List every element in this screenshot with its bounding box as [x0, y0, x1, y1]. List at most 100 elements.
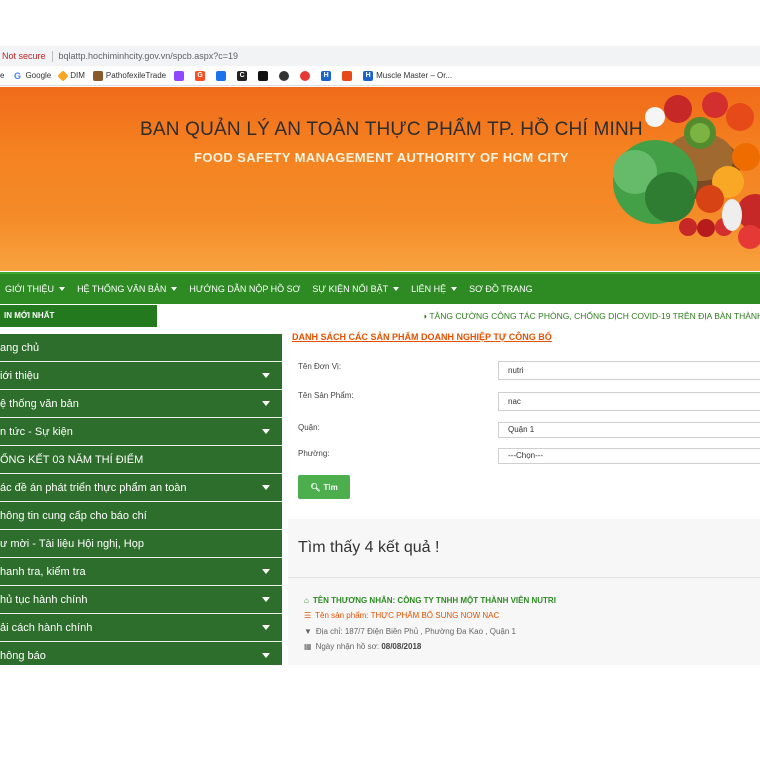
sidebar-item-tin-tuc[interactable]: n tức - Sự kiện — [0, 418, 282, 446]
list-icon: ☰ — [304, 611, 312, 620]
bookmark-poe[interactable]: PathofexileTrade — [92, 70, 167, 81]
bookmark-dark[interactable] — [258, 70, 271, 81]
bookmark-google[interactable]: G Google — [12, 71, 51, 81]
bookmark-blue[interactable] — [216, 70, 229, 81]
bookmark-label: PathofexileTrade — [105, 71, 167, 80]
h-icon: H — [321, 70, 332, 81]
bookmark-muscle[interactable]: H Muscle Master – Or... — [363, 70, 453, 81]
sidebar-item-bao-chi[interactable]: hông tin cung cấp cho báo chí — [0, 502, 282, 530]
date-value: 08/08/2018 — [381, 642, 422, 651]
ward-select[interactable]: ---Chọn--- — [498, 448, 760, 464]
address-bar[interactable]: Not secure bqlattp.hochiminhcity.gov.vn/… — [0, 46, 760, 66]
sidebar-item-label: ác đề án phát triển thực phẩm an toàn — [0, 481, 187, 494]
sidebar-menu: ang chủ iới thiệu ệ thống văn bản n tức … — [0, 334, 282, 665]
nav-gioi-thieu[interactable]: GIỚI THIỆU — [5, 284, 66, 294]
banner-subtitle: FOOD SAFETY MANAGEMENT AUTHORITY OF HCM … — [194, 150, 569, 165]
nav-so-do-trang[interactable]: SƠ ĐỒ TRANG — [469, 284, 533, 294]
caret-down-icon — [262, 429, 270, 434]
bookmark-red[interactable] — [300, 70, 313, 81]
main-nav: GIỚI THIỆU HỆ THỐNG VĂN BẢN HƯỚNG DẪN NỘ… — [0, 272, 760, 304]
nav-huong-dan[interactable]: HƯỚNG DẪN NỘP HỒ SƠ — [189, 284, 300, 294]
bookmark-c[interactable]: C — [237, 70, 250, 81]
gift-icon — [342, 70, 353, 81]
g-icon: G — [195, 70, 206, 81]
product-name-input[interactable]: nac — [498, 392, 760, 411]
bar-icon — [216, 70, 227, 81]
caret-down-icon — [393, 287, 400, 291]
sidebar-item-cai-cach[interactable]: ải cách hành chính — [0, 614, 282, 642]
results-divider — [288, 577, 760, 578]
bookmark-twitch[interactable] — [174, 70, 187, 81]
bottom-blank-area — [0, 665, 760, 760]
sidebar-item-label: ải cách hành chính — [0, 621, 93, 634]
sidebar-item-thong-bao[interactable]: hông báo — [0, 642, 282, 665]
calendar-icon: ▦ — [304, 642, 312, 651]
diamond-icon — [57, 69, 69, 82]
sidebar-item-tong-ket[interactable]: ỔNG KẾT 03 NĂM THÍ ĐIỂM — [0, 446, 282, 474]
stop-icon — [300, 70, 311, 81]
nav-label: GIỚI THIỆU — [5, 284, 55, 294]
bookmarks-bar: e G Google DIM PathofexileTrade G C H H Mu… — [0, 66, 760, 86]
results-panel: Tìm thấy 4 kết quả ! ⌂ TÊN THƯƠNG NHÂN: … — [288, 519, 760, 665]
sidebar-item-label: iới thiệu — [0, 369, 40, 382]
bookmark-dim[interactable]: DIM — [57, 69, 85, 82]
caret-down-icon — [262, 597, 270, 602]
result-merchant[interactable]: ⌂ TÊN THƯƠNG NHÂN: CÔNG TY TNHH MỘT THÀN… — [304, 596, 556, 605]
url-text[interactable]: bqlattp.hochiminhcity.gov.vn/spcb.aspx?c… — [59, 51, 239, 61]
bookmark-label: Google — [25, 71, 52, 80]
sidebar-item-label: ỔNG KẾT 03 NĂM THÍ ĐIỂM — [0, 453, 144, 466]
sidebar-item-gioi-thieu[interactable]: iới thiệu — [0, 362, 282, 390]
bookmark-e[interactable]: e — [0, 71, 4, 80]
caret-down-icon — [59, 287, 66, 291]
bookmark-circle[interactable] — [279, 70, 292, 81]
nav-he-thong-van-ban[interactable]: HỆ THỐNG VĂN BẢN — [77, 284, 178, 294]
page-title: DANH SÁCH CÁC SẢN PHẨM DOANH NGHIỆP TỰ C… — [292, 332, 552, 342]
sidebar-item-de-an[interactable]: ác đề án phát triển thực phẩm an toàn — [0, 474, 282, 502]
bookmark-label: e — [0, 71, 5, 80]
sidebar-item-he-thong-van-ban[interactable]: ệ thống văn bản — [0, 390, 282, 418]
square-icon — [258, 70, 269, 81]
sidebar-item-thu-tuc[interactable]: hủ tục hành chính — [0, 586, 282, 614]
bookmark-gift[interactable] — [342, 70, 355, 81]
security-status[interactable]: Not secure — [2, 51, 46, 61]
product-text: Tên sản phẩm: THỰC PHẨM BỔ SUNG NOW NAC — [315, 611, 500, 620]
caret-down-icon — [262, 653, 270, 658]
sidebar-item-label: ang chủ — [0, 341, 40, 354]
circle-icon — [279, 70, 290, 81]
results-count-title: Tìm thấy 4 kết quả ! — [298, 539, 440, 556]
caret-down-icon — [451, 287, 458, 291]
nav-label: HỆ THỐNG VĂN BẢN — [77, 284, 167, 294]
result-product[interactable]: ☰ Tên sản phẩm: THỰC PHẨM BỔ SUNG NOW NA… — [304, 611, 499, 620]
search-button[interactable]: 🔍︎ Tìm — [298, 475, 350, 499]
sidebar-item-trang-chu[interactable]: ang chủ — [0, 334, 282, 362]
district-label: Quận: — [298, 423, 320, 432]
sidebar-item-label: ệ thống văn bản — [0, 397, 79, 410]
sidebar-item-label: hông tin cung cấp cho báo chí — [0, 509, 147, 522]
twitch-icon — [174, 70, 185, 81]
unit-label: Tên Đơn Vị: — [298, 362, 342, 371]
top-blank-area — [0, 0, 760, 46]
news-ticker[interactable]: ◑ TĂNG CƯỜNG CÔNG TÁC PHÒNG, CHỐNG DỊCH … — [422, 305, 760, 327]
district-select[interactable]: Quận 1 — [498, 422, 760, 438]
sidebar-item-thu-moi[interactable]: ư mời - Tài liệu Hội nghị, Họp — [0, 530, 282, 558]
bookmark-h1[interactable]: H — [321, 70, 334, 81]
c-icon: C — [237, 70, 248, 81]
merchant-text: TÊN THƯƠNG NHÂN: CÔNG TY TNHH MỘT THÀNH … — [312, 596, 556, 605]
google-icon: G — [13, 70, 21, 81]
bookmark-label: Muscle Master – Or... — [376, 71, 453, 80]
sidebar-item-label: hủ tục hành chính — [0, 593, 88, 606]
ward-label: Phường: — [298, 449, 330, 458]
home-icon: ⌂ — [304, 596, 309, 605]
map-pin-icon: ▼ — [304, 627, 312, 636]
caret-down-icon — [262, 373, 270, 378]
ticker-text: TĂNG CƯỜNG CÔNG TÁC PHÒNG, CHỐNG DỊCH CO… — [429, 311, 760, 321]
bookmark-g2[interactable]: G — [195, 70, 208, 81]
nav-label: LIÊN HỆ — [411, 284, 447, 294]
nav-su-kien[interactable]: SỰ KIỆN NỔI BẬT — [312, 284, 400, 294]
sidebar-item-thanh-tra[interactable]: hanh tra, kiểm tra — [0, 558, 282, 586]
site-banner: BAN QUẢN LÝ AN TOÀN THỰC PHẨM TP. HỒ CHÍ… — [0, 87, 760, 271]
unit-name-input[interactable]: nutri — [498, 361, 760, 380]
vegetables-illustration — [613, 92, 760, 249]
nav-lien-he[interactable]: LIÊN HỆ — [411, 284, 458, 294]
search-button-label: Tìm — [323, 482, 338, 492]
